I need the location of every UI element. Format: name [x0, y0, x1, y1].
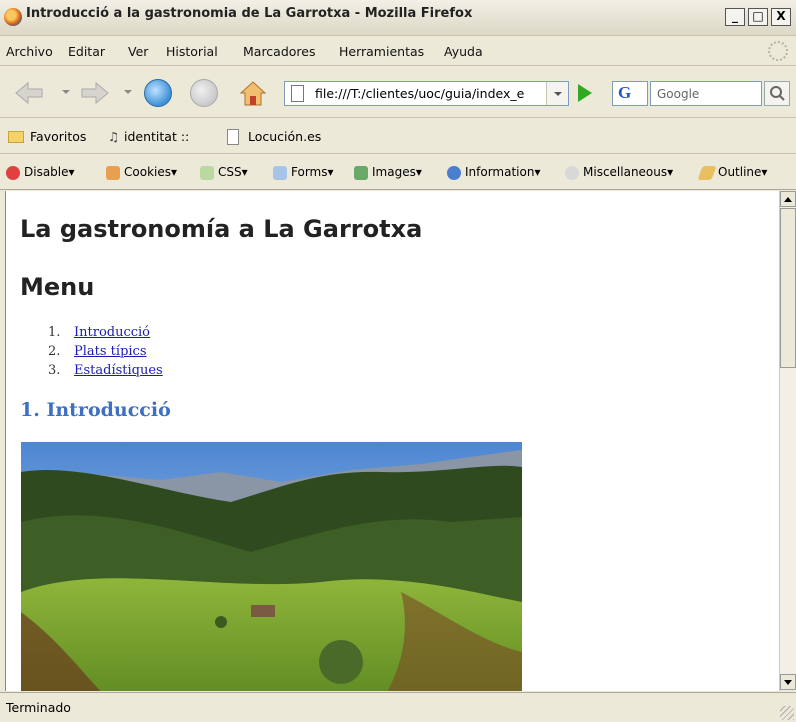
search-engine-selector[interactable]: G — [612, 81, 648, 106]
status-text: Terminado — [6, 700, 71, 715]
menu-ver[interactable]: Ver — [128, 44, 148, 59]
outline-pencil-icon — [697, 166, 717, 180]
resize-grip-icon[interactable] — [780, 706, 794, 720]
menu-heading: Menu — [20, 273, 95, 301]
search-placeholder: Google — [657, 87, 700, 101]
page-icon — [291, 85, 304, 102]
scroll-down-button[interactable] — [780, 674, 796, 690]
list-number: 2. — [48, 344, 61, 359]
throbber-icon — [768, 41, 788, 61]
close-button[interactable]: X — [771, 8, 791, 26]
link-introduccio[interactable]: Introducció — [74, 325, 150, 340]
forms-icon — [273, 166, 287, 180]
menu-herramientas[interactable]: Herramientas — [339, 44, 424, 59]
arrow-down-icon — [784, 680, 792, 685]
menu-list: 1. Introducció 2. Plats típics 3. Estadísti… — [48, 323, 163, 380]
scroll-up-button[interactable] — [780, 191, 796, 207]
url-text[interactable]: file:///T:/clientes/uoc/guia/index_e — [315, 86, 525, 101]
url-bar[interactable]: file:///T:/clientes/uoc/guia/index_e — [284, 81, 569, 106]
forward-dropdown-icon[interactable] — [124, 90, 132, 94]
dev-forms[interactable]: Forms▾ — [291, 165, 334, 179]
disable-icon — [6, 166, 20, 180]
dev-images[interactable]: Images▾ — [372, 165, 422, 179]
maximize-button[interactable]: □ — [748, 8, 768, 26]
window-title-bar: Introducció a la gastronomia de La Garro… — [0, 0, 796, 36]
bookmarks-toolbar: Favoritos ♫ identitat :: Locución.es — [0, 118, 796, 154]
menu-archivo[interactable]: Archivo — [6, 44, 53, 59]
search-input[interactable]: Google — [650, 81, 762, 106]
magnifier-icon — [770, 86, 785, 101]
dev-information[interactable]: Information▾ — [465, 165, 541, 179]
menu-ayuda[interactable]: Ayuda — [444, 44, 483, 59]
back-button[interactable] — [14, 78, 44, 108]
images-icon — [354, 166, 368, 180]
reload-button[interactable] — [144, 78, 172, 108]
dev-disable[interactable]: Disable▾ — [24, 165, 75, 179]
page-title: La gastronomía a La Garrotxa — [20, 215, 423, 243]
document-icon — [227, 129, 239, 145]
landscape-photo — [21, 442, 522, 691]
home-icon — [239, 81, 267, 106]
list-item: 1. Introducció — [48, 323, 163, 342]
dev-css[interactable]: CSS▾ — [218, 165, 248, 179]
cookies-icon — [106, 166, 120, 180]
search-button[interactable] — [764, 81, 790, 106]
list-item: 3. Estadístiques — [48, 361, 163, 380]
menu-bar: Archivo Editar Ver Historial Marcadores … — [0, 36, 796, 66]
url-history-dropdown[interactable] — [546, 82, 568, 105]
list-number: 1. — [48, 325, 61, 340]
forward-arrow-icon — [81, 81, 109, 105]
stop-button[interactable] — [190, 78, 218, 108]
section-heading: 1. Introducció — [20, 399, 171, 421]
minimize-button[interactable]: _ — [725, 8, 745, 26]
music-note-icon: ♫ — [108, 129, 120, 144]
stop-icon — [190, 79, 218, 107]
bookmark-identitat[interactable]: identitat :: — [124, 129, 189, 144]
dev-miscellaneous[interactable]: Miscellaneous▾ — [583, 165, 673, 179]
firefox-logo-icon — [4, 8, 22, 26]
forward-button[interactable] — [80, 78, 110, 108]
search-box: G Google — [612, 81, 790, 106]
dev-cookies[interactable]: Cookies▾ — [124, 165, 177, 179]
reload-icon — [144, 79, 172, 107]
page-viewport: La gastronomía a La Garrotxa Menu 1. Intr… — [5, 191, 779, 691]
back-arrow-icon — [15, 81, 43, 105]
web-developer-toolbar: Disable▾ Cookies▾ CSS▾ Forms▾ Images▾ In… — [0, 154, 796, 190]
back-dropdown-icon[interactable] — [62, 90, 70, 94]
arrow-up-icon — [784, 197, 792, 202]
css-icon — [200, 166, 214, 180]
link-plats-tipics[interactable]: Plats típics — [74, 344, 147, 359]
go-button[interactable] — [578, 84, 592, 102]
menu-historial[interactable]: Historial — [166, 44, 218, 59]
dev-outline[interactable]: Outline▾ — [718, 165, 767, 179]
chevron-down-icon — [554, 92, 562, 96]
status-bar: Terminado — [0, 692, 796, 722]
miscellaneous-icon — [565, 166, 579, 180]
menu-editar[interactable]: Editar — [68, 44, 105, 59]
information-icon — [447, 166, 461, 180]
vertical-scrollbar[interactable] — [779, 191, 796, 691]
scrollbar-thumb[interactable] — [780, 208, 796, 368]
list-number: 3. — [48, 363, 61, 378]
google-icon: G — [618, 83, 632, 102]
menu-marcadores[interactable]: Marcadores — [243, 44, 316, 59]
bookmark-favoritos[interactable]: Favoritos — [30, 129, 86, 144]
list-item: 2. Plats típics — [48, 342, 163, 361]
bookmark-locucion[interactable]: Locución.es — [248, 129, 321, 144]
folder-icon — [8, 131, 24, 143]
home-button[interactable] — [238, 78, 268, 108]
window-title: Introducció a la gastronomia de La Garro… — [26, 6, 473, 21]
link-estadistiques[interactable]: Estadístiques — [74, 363, 163, 378]
